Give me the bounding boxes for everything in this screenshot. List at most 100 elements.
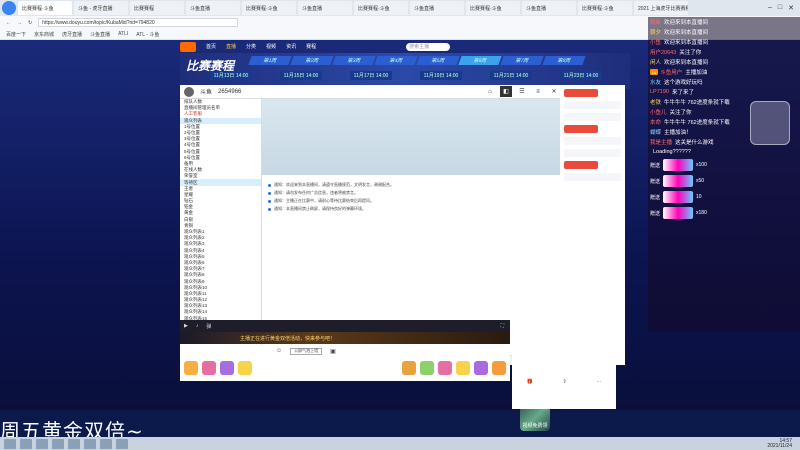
url-input[interactable]: https://www.douyu.com/topic/KubaMid?rid=… — [38, 18, 239, 27]
log-line: 通知：主播正在比赛中，请耐心等待比赛结束后再提问。 — [262, 197, 560, 205]
more-icon[interactable]: ⋯ — [596, 379, 601, 385]
search-input[interactable]: 搜索主播 — [406, 42, 451, 51]
taskbar-app-icon[interactable] — [68, 438, 80, 449]
close-icon[interactable]: ✕ — [548, 86, 560, 97]
gift-icon[interactable] — [438, 361, 452, 375]
avatar[interactable] — [184, 86, 194, 97]
stage-tab[interactable]: 第8周 — [542, 56, 586, 65]
browser-tab[interactable]: 比赛赛程·斗鱼 — [18, 1, 72, 15]
menu-icon[interactable]: ≡ — [532, 86, 544, 97]
nav-item[interactable]: 资讯 — [286, 43, 296, 50]
taskbar-app-icon[interactable] — [52, 438, 64, 449]
play-icon[interactable]: ▶ — [184, 323, 188, 329]
video-area[interactable] — [262, 99, 560, 175]
gift-image — [663, 207, 694, 219]
browser-tab[interactable]: 斗鱼直播 — [298, 1, 352, 15]
chat-icon[interactable]: ☰ — [516, 86, 528, 97]
browser-tab[interactable]: 斗鱼直播 — [186, 1, 240, 15]
stage-tab[interactable]: 第4周 — [374, 56, 418, 65]
log-line: 通知：本直播间禁止刷屏，请保持良好的弹幕环境。 — [262, 205, 560, 213]
browser-tab[interactable]: 比赛赛程·斗鱼 — [242, 1, 296, 15]
gift-icon[interactable] — [474, 361, 488, 375]
browser-logo-icon[interactable] — [2, 1, 16, 15]
rank-badge[interactable] — [564, 161, 598, 169]
room-side-panel — [560, 85, 625, 365]
gift-icon[interactable] — [492, 361, 506, 375]
taskbar: 14:57 2021/11/24 — [0, 437, 800, 450]
gift-icon[interactable] — [220, 361, 234, 375]
bookmark-item[interactable]: 百度一下 — [6, 31, 26, 38]
taskbar-clock[interactable]: 14:57 2021/11/24 — [767, 438, 800, 449]
danmaku-icon[interactable]: 弹 — [206, 323, 211, 330]
bubble-toggle[interactable]: 公屏气泡上墙 — [290, 347, 323, 355]
stage-tab[interactable]: 第1周 — [248, 56, 292, 65]
taskbar-app-icon[interactable] — [116, 438, 128, 449]
browser-tab-bar: 比赛赛程·斗鱼 斗鱼 - 虎牙直播 比赛赛程 斗鱼直播 比赛赛程·斗鱼 斗鱼直播… — [0, 0, 800, 16]
bookmark-item[interactable]: ATL - 斗鱼 — [136, 31, 159, 38]
start-icon[interactable] — [4, 438, 16, 449]
bookmark-item[interactable]: 斗鱼直播 — [90, 31, 110, 38]
stage-tab[interactable]: 第6周 — [458, 56, 502, 65]
emoji-icon[interactable]: ☺ — [276, 348, 282, 354]
browser-tab[interactable]: 比赛赛程·斗鱼 — [578, 1, 632, 15]
refresh-icon[interactable]: ↻ — [28, 20, 32, 26]
stage-tab[interactable]: 第5周 — [416, 56, 460, 65]
close-icon[interactable]: ✕ — [788, 4, 794, 12]
marquee-banner: 主播正在进行黄金双倍活动，快来参与吧！ — [180, 332, 510, 344]
gift-box-icon[interactable]: 🎁 — [527, 379, 533, 385]
image-icon[interactable]: ▣ — [330, 348, 336, 355]
bookmark-item[interactable]: 京东商城 — [34, 31, 54, 38]
nav-item[interactable]: 赛程 — [306, 43, 316, 50]
taskbar-app-icon[interactable] — [20, 438, 32, 449]
gift-icon[interactable] — [202, 361, 216, 375]
fullscreen-icon[interactable]: ⛶ — [500, 323, 510, 329]
gift-notice: 赠送 x180 — [648, 205, 800, 221]
forward-icon[interactable]: → — [17, 20, 22, 26]
stage-tab[interactable]: 第7周 — [500, 56, 544, 65]
gift-image — [663, 175, 694, 187]
nav-item[interactable]: 分类 — [246, 43, 256, 50]
taskbar-app-icon[interactable] — [36, 438, 48, 449]
gift-icon[interactable] — [420, 361, 434, 375]
right-gift-panel: 🎁 ⇪ ⋯ — [512, 355, 616, 409]
gift-icon[interactable] — [402, 361, 416, 375]
maximize-icon[interactable]: □ — [778, 4, 782, 12]
rank-badge[interactable] — [564, 125, 598, 133]
browser-tab[interactable]: 比赛赛程·斗鱼 — [354, 1, 408, 15]
nav-item[interactable]: 视频 — [266, 43, 276, 50]
room-info-item — [564, 173, 621, 181]
gift-image — [663, 191, 694, 203]
bookmark-item[interactable]: 虎牙直播 — [62, 31, 82, 38]
chat-message: Loading?????? — [653, 149, 691, 155]
gift-icon[interactable] — [184, 361, 198, 375]
bookmark-item[interactable]: ATLI — [118, 31, 128, 37]
browser-tab[interactable]: 斗鱼直播 — [410, 1, 464, 15]
minimize-icon[interactable]: – — [768, 4, 772, 12]
match-date: 11月15日 14:00 — [280, 71, 322, 80]
browser-tab[interactable]: 比赛赛程 — [130, 1, 184, 15]
gift-notice: 赠送 x50 — [648, 173, 800, 189]
schedule-banner: 比赛赛程 第1周 第2周 第3周 第4周 第5周 第6周 第7周 第8周 11月… — [180, 53, 630, 89]
nav-item[interactable]: 直播 — [226, 43, 236, 50]
browser-tab[interactable]: 2021 上海虎牙比赛赛程 — [634, 1, 688, 15]
follow-button[interactable] — [564, 89, 598, 97]
stage-tab[interactable]: 第2周 — [290, 56, 334, 65]
taskbar-app-icon[interactable] — [100, 438, 112, 449]
site-logo[interactable] — [180, 41, 196, 52]
gift-icon[interactable] — [456, 361, 470, 375]
site-header: 首页 直播 分类 视频 资讯 赛程 搜索主播 — [180, 40, 640, 53]
home-icon[interactable]: ⌂ — [484, 86, 496, 97]
taskbar-app-icon[interactable] — [84, 438, 96, 449]
browser-tab[interactable]: 比赛赛程·斗鱼 — [466, 1, 520, 15]
match-date: 11月13日 14:00 — [210, 71, 252, 80]
browser-tab[interactable]: 斗鱼 - 虎牙直播 — [74, 1, 128, 15]
stage-tab[interactable]: 第3周 — [332, 56, 376, 65]
share-icon[interactable]: ⇪ — [563, 379, 567, 385]
volume-icon[interactable]: ♪ — [196, 323, 199, 329]
back-icon[interactable]: ← — [6, 20, 11, 26]
gift-icon[interactable] — [238, 361, 252, 375]
browser-tab[interactable]: 斗鱼直播 — [522, 1, 576, 15]
game-icon[interactable]: ◧ — [500, 86, 512, 97]
nav-item[interactable]: 首页 — [206, 43, 216, 50]
gift-notice: 赠送 x100 — [648, 157, 800, 173]
